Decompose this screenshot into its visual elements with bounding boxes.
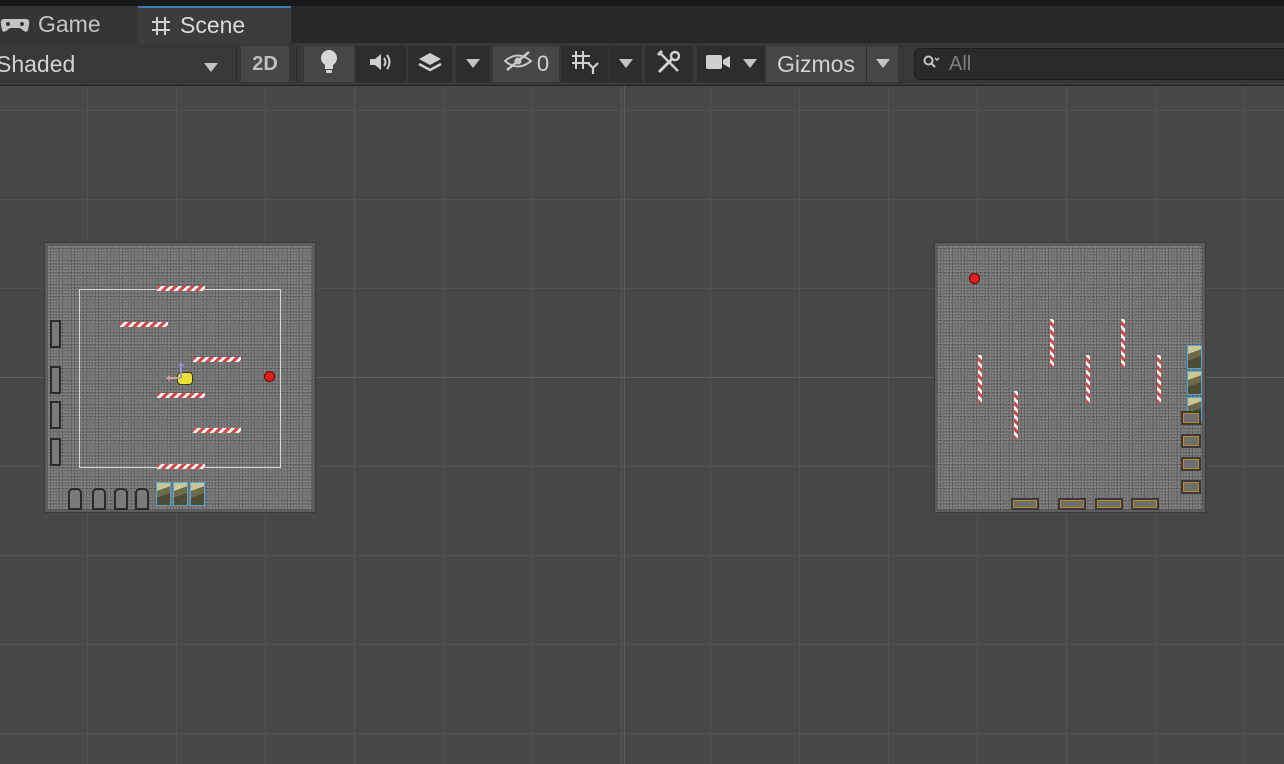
audio-toggle-button[interactable] xyxy=(356,46,406,82)
door-bottom[interactable] xyxy=(1011,498,1039,510)
chevron-down-icon xyxy=(204,51,218,78)
gizmos-toggle-button[interactable]: Gizmos xyxy=(766,46,866,82)
item-card[interactable] xyxy=(1187,345,1202,369)
barrier[interactable] xyxy=(157,464,205,469)
search-input[interactable] xyxy=(949,52,1249,76)
gamepad-icon xyxy=(0,17,30,33)
door-left[interactable] xyxy=(50,366,61,394)
door-right[interactable] xyxy=(1181,480,1201,494)
tab-bar: Game Scene xyxy=(0,6,1284,43)
chevron-down-icon xyxy=(619,55,633,73)
grid-dropdown-button[interactable] xyxy=(610,46,642,82)
door-right[interactable] xyxy=(1181,411,1201,425)
barrier[interactable] xyxy=(193,357,241,362)
hidden-objects-count: 0 xyxy=(536,51,550,76)
item-card[interactable] xyxy=(1187,371,1202,395)
scene-toolbar: Shaded 2D 0 Gizmos All xyxy=(0,43,1284,86)
barrier[interactable] xyxy=(157,286,205,291)
hidden-objects-toggle-button[interactable]: 0 xyxy=(493,46,559,82)
door-left[interactable] xyxy=(50,438,61,466)
tab-scene-label: Scene xyxy=(180,12,246,38)
barrier[interactable] xyxy=(1014,391,1018,439)
enemy-marker[interactable] xyxy=(970,274,979,283)
door-bottom[interactable] xyxy=(1095,498,1123,510)
2d-mode-button[interactable]: 2D xyxy=(241,46,289,82)
hidden-objects-icon xyxy=(503,50,533,78)
effects-icon xyxy=(417,51,443,78)
door-bottom[interactable] xyxy=(1131,498,1159,510)
door-right[interactable] xyxy=(1181,457,1201,471)
door-bottom[interactable] xyxy=(135,488,149,510)
door-right[interactable] xyxy=(1181,434,1201,448)
hash-icon xyxy=(150,15,172,37)
grid-toggle-button[interactable] xyxy=(561,46,609,82)
barrier[interactable] xyxy=(193,428,241,433)
tools-icon xyxy=(656,49,682,80)
search-icon xyxy=(923,55,941,74)
chevron-down-icon xyxy=(743,55,757,73)
camera-settings-button[interactable] xyxy=(697,46,765,82)
level-room-right[interactable] xyxy=(934,242,1206,513)
lightbulb-icon xyxy=(319,49,339,80)
barrier[interactable] xyxy=(1050,319,1054,367)
barrier[interactable] xyxy=(1121,319,1125,367)
door-left[interactable] xyxy=(50,320,61,348)
chevron-down-icon xyxy=(875,55,890,73)
tab-game[interactable]: Game xyxy=(0,6,138,43)
barrier[interactable] xyxy=(1086,355,1090,403)
tab-game-label: Game xyxy=(38,11,101,37)
toolbar-separator xyxy=(296,46,297,82)
tools-toggle-button[interactable] xyxy=(645,46,693,82)
lighting-toggle-button[interactable] xyxy=(304,46,354,82)
effects-toggle-button[interactable] xyxy=(408,46,452,82)
transform-gizmo-icon[interactable] xyxy=(165,362,195,392)
effects-dropdown-button[interactable] xyxy=(456,46,490,82)
chevron-down-icon xyxy=(466,55,480,73)
level-room-left[interactable] xyxy=(44,242,316,513)
hierarchy-search-field[interactable] xyxy=(914,48,1284,80)
door-left[interactable] xyxy=(50,401,61,429)
barrier[interactable] xyxy=(120,322,168,327)
door-bottom[interactable] xyxy=(1058,498,1086,510)
item-card[interactable] xyxy=(156,482,171,506)
tab-scene[interactable]: Scene xyxy=(138,6,291,43)
toolbar-separator xyxy=(236,46,237,82)
item-card[interactable] xyxy=(173,482,188,506)
draw-mode-label: Shaded xyxy=(0,50,76,77)
draw-mode-dropdown[interactable]: Shaded xyxy=(0,46,228,82)
grid-axis-vertical xyxy=(624,86,625,764)
item-card[interactable] xyxy=(190,482,205,506)
grid-icon xyxy=(570,49,600,80)
gizmos-dropdown-button[interactable] xyxy=(866,46,898,82)
barrier[interactable] xyxy=(157,393,205,398)
barrier[interactable] xyxy=(1157,355,1161,403)
barrier[interactable] xyxy=(978,355,982,403)
door-bottom[interactable] xyxy=(114,488,128,510)
audio-icon xyxy=(368,52,394,77)
door-bottom[interactable] xyxy=(92,488,106,510)
door-bottom[interactable] xyxy=(68,488,82,510)
enemy-marker[interactable] xyxy=(265,372,274,381)
camera-icon xyxy=(705,53,731,76)
